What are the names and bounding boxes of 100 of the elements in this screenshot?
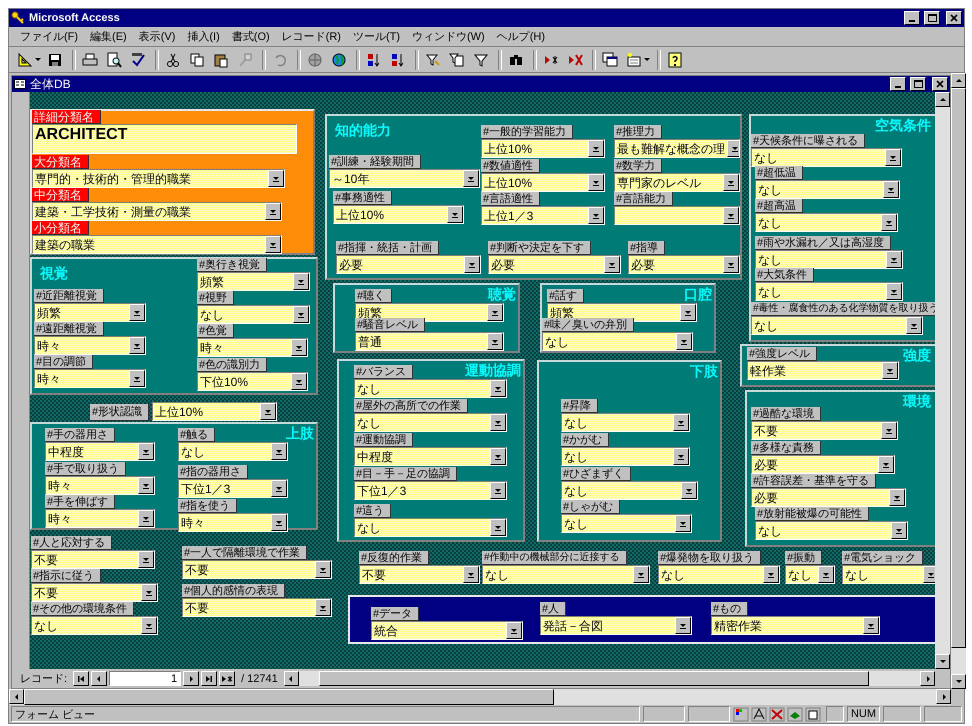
- dropdown-button[interactable]: [882, 362, 898, 379]
- dropdown-button[interactable]: [293, 273, 309, 290]
- dropdown-field[interactable]: 不要: [182, 598, 332, 617]
- maximize-button[interactable]: [910, 77, 926, 91]
- menu-item[interactable]: ツール(T): [348, 29, 405, 44]
- dropdown-field[interactable]: なし: [755, 180, 900, 199]
- dropdown-button[interactable]: [490, 448, 506, 465]
- dropdown-button[interactable]: [723, 256, 739, 273]
- dropdown-button[interactable]: [490, 380, 506, 397]
- dropdown-button[interactable]: [878, 456, 894, 473]
- dropdown-field[interactable]: 建築・工学技術・測量の職業: [32, 202, 282, 221]
- dropdown-field[interactable]: 頻繁: [34, 303, 146, 322]
- dropdown-button[interactable]: [906, 317, 922, 334]
- dropdown-field[interactable]: 精密作業: [711, 616, 880, 635]
- menu-item[interactable]: 書式(O): [226, 29, 275, 44]
- dropdown-button[interactable]: [315, 599, 331, 616]
- record-number-field[interactable]: 1: [109, 671, 182, 686]
- dropdown-field[interactable]: 上位10%: [481, 139, 605, 158]
- dropdown-button[interactable]: [588, 174, 604, 191]
- dropdown-button[interactable]: [268, 170, 284, 187]
- dropdown-button[interactable]: [923, 566, 935, 583]
- menu-item[interactable]: レコード(R): [276, 29, 346, 44]
- dropdown-button[interactable]: [463, 170, 479, 187]
- close-button[interactable]: [932, 77, 948, 91]
- dropdown-field[interactable]: 不要: [31, 583, 158, 602]
- previous-record-button[interactable]: [91, 671, 108, 686]
- dropdown-button[interactable]: [487, 304, 503, 321]
- dropdown-field[interactable]: 時々: [178, 513, 288, 532]
- dropdown-button[interactable]: [271, 514, 287, 531]
- dropdown-field[interactable]: ～10年: [329, 169, 480, 188]
- dropdown-field[interactable]: 不要: [182, 560, 332, 579]
- dropdown-button[interactable]: [675, 515, 691, 532]
- dropdown-field[interactable]: なし: [561, 514, 692, 533]
- new-record-button[interactable]: [219, 671, 236, 686]
- dropdown-field[interactable]: 必要: [751, 488, 906, 507]
- dropdown-field[interactable]: 不要: [31, 550, 155, 569]
- scroll-up-button[interactable]: [935, 92, 950, 107]
- dropdown-button[interactable]: [886, 251, 902, 268]
- dropdown-field[interactable]: 中程度: [45, 442, 155, 461]
- dropdown-field[interactable]: なし: [542, 332, 693, 351]
- dropdown-button[interactable]: [681, 482, 697, 499]
- dropdown-field[interactable]: 下位1／3: [354, 481, 507, 500]
- dropdown-button[interactable]: [463, 566, 479, 583]
- dropdown-button[interactable]: [265, 203, 281, 220]
- dropdown-field[interactable]: 必要: [336, 255, 481, 274]
- dropdown-field[interactable]: 専門的・技術的・管理的職業: [32, 169, 285, 188]
- dropdown-field[interactable]: 統合: [371, 621, 523, 640]
- dropdown-field[interactable]: なし: [755, 282, 903, 301]
- dropdown-field[interactable]: なし: [785, 565, 835, 584]
- dropdown-button[interactable]: [138, 443, 154, 460]
- dropdown-field[interactable]: なし: [561, 481, 698, 500]
- maximize-button[interactable]: [924, 11, 940, 25]
- dropdown-field[interactable]: 必要: [751, 455, 895, 474]
- dropdown-field[interactable]: なし: [751, 148, 902, 167]
- menu-item[interactable]: ファイル(F): [15, 29, 84, 44]
- dropdown-button[interactable]: [881, 422, 897, 439]
- dropdown-field[interactable]: なし: [561, 447, 690, 466]
- dropdown-field[interactable]: なし: [842, 565, 935, 584]
- dropdown-button[interactable]: [129, 304, 145, 321]
- dropdown-button[interactable]: [673, 448, 689, 465]
- dropdown-field[interactable]: 時々: [34, 336, 146, 355]
- dropdown-field[interactable]: なし: [482, 565, 650, 584]
- dropdown-field[interactable]: 時々: [197, 338, 308, 357]
- dropdown-button[interactable]: [886, 283, 902, 300]
- dropdown-button[interactable]: [138, 551, 154, 568]
- dropdown-button[interactable]: [588, 207, 604, 224]
- dropdown-field[interactable]: なし: [354, 413, 507, 432]
- menu-item[interactable]: ウィンドウ(W): [407, 29, 490, 44]
- dropdown-field[interactable]: 下位1／3: [178, 479, 288, 498]
- dropdown-button[interactable]: [723, 174, 739, 191]
- dropdown-button[interactable]: [588, 140, 604, 157]
- dropdown-button[interactable]: [680, 304, 696, 321]
- dropdown-field[interactable]: 必要: [628, 255, 740, 274]
- dropdown-field[interactable]: 軽作業: [747, 361, 899, 380]
- scroll-up-button[interactable]: [951, 73, 966, 88]
- dropdown-button[interactable]: [271, 480, 287, 497]
- dropdown-button[interactable]: [464, 256, 480, 273]
- scroll-left-button[interactable]: [9, 689, 24, 704]
- dropdown-field[interactable]: なし: [197, 305, 310, 324]
- horizontal-scrollbar[interactable]: [284, 671, 935, 686]
- dropdown-button[interactable]: [889, 489, 905, 506]
- scroll-thumb[interactable]: [318, 671, 869, 686]
- first-record-button[interactable]: [73, 671, 90, 686]
- dropdown-field[interactable]: なし: [561, 413, 690, 432]
- dropdown-field[interactable]: 不要: [359, 565, 480, 584]
- dropdown-field[interactable]: 発話－合図: [540, 616, 692, 635]
- scroll-left-button[interactable]: [284, 671, 299, 686]
- dropdown-button[interactable]: [265, 236, 281, 253]
- dropdown-button[interactable]: [885, 149, 901, 166]
- dropdown-button[interactable]: [891, 522, 907, 539]
- dropdown-field[interactable]: 中程度: [354, 447, 507, 466]
- dropdown-field[interactable]: 下位10%: [197, 372, 308, 391]
- dropdown-button[interactable]: [129, 337, 145, 354]
- dropdown-button[interactable]: [447, 206, 463, 223]
- dropdown-button[interactable]: [863, 617, 879, 634]
- dropdown-button[interactable]: [260, 403, 276, 420]
- menu-item[interactable]: 編集(E): [85, 29, 132, 44]
- dropdown-field[interactable]: 必要: [488, 255, 621, 274]
- dropdown-field[interactable]: なし: [755, 250, 903, 269]
- dropdown-field[interactable]: [614, 206, 740, 225]
